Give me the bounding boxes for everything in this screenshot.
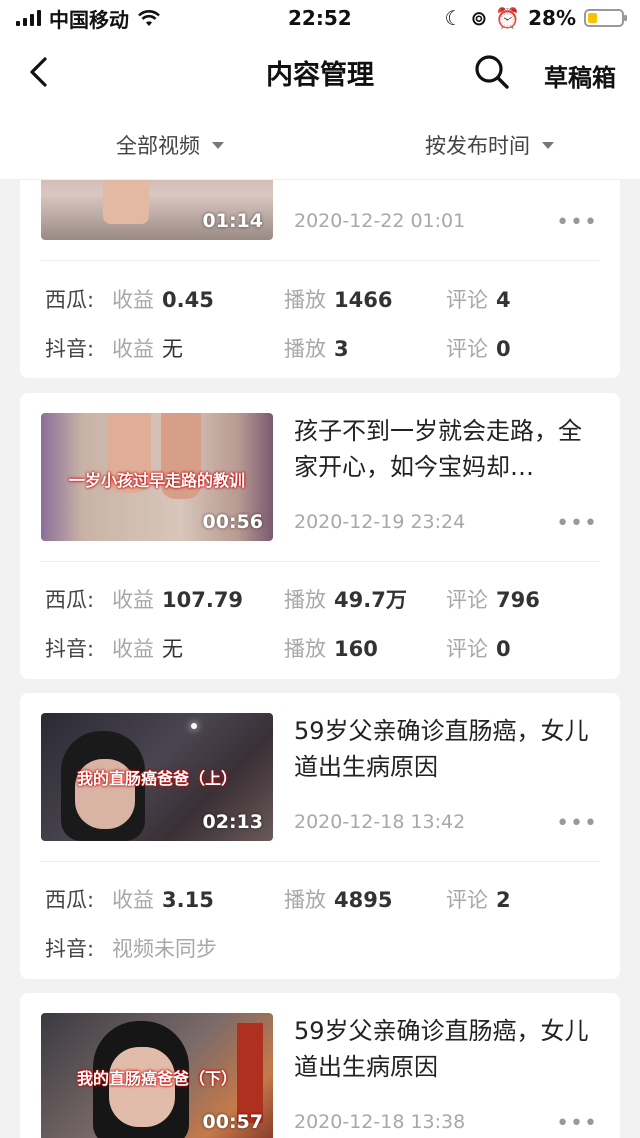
thumbnail-caption: 我的直肠癌爸爸（上） [76,769,237,788]
xigua-stats-row: 西瓜: 收益 3.15 播放 4895 评论 2 [20,884,620,914]
back-chevron-icon [30,57,47,87]
plays-value: 4895 [334,888,393,912]
drafts-button[interactable]: 草稿箱 [544,58,616,93]
video-title[interactable]: 59岁父亲确诊直肠癌，女儿道出生病原因 [294,1013,594,1085]
douyin-stats-row: 抖音: 收益无 播放 160 评论 0 [20,633,620,663]
revenue-label: 收益 [112,337,154,361]
platform-label: 西瓜: [45,288,95,312]
comments-value: 796 [496,588,540,612]
revenue-value: 107.79 [162,588,244,612]
plays-label: 播放 [284,888,326,912]
carrier-label: 中国移动 [49,7,129,32]
video-card[interactable]: 我的直肠癌爸爸（下） 00:57 59岁父亲确诊直肠癌，女儿道出生病原因 202… [20,993,620,1138]
clock: 22:52 [288,6,352,30]
video-thumbnail[interactable]: 我的直肠癌爸爸（下） 00:57 [41,1013,273,1138]
douyin-stats-row: 抖音: 视频未同步 [20,933,620,963]
video-card[interactable]: 我的直肠癌爸爸（上） 02:13 59岁父亲确诊直肠癌，女儿道出生病原因 202… [20,693,620,979]
navigation-header: 内容管理 草稿箱 [0,36,640,108]
video-duration: 00:57 [202,1111,263,1133]
douyin-stats-row: 抖音: 收益无 播放 3 评论 0 [20,333,620,363]
revenue-label: 收益 [112,288,154,312]
sort-filter-label: 按发布时间 [425,134,530,158]
revenue-value: 0.45 [162,288,214,312]
more-options-icon[interactable]: ••• [556,511,598,536]
video-card[interactable]: 01:14 2020-12-22 01:01 ••• 西瓜: 收益 0.45 播放… [20,180,620,378]
plays-label: 播放 [284,637,326,661]
divider [41,561,599,562]
plays-value: 1466 [334,288,393,312]
xigua-stats-row: 西瓜: 收益 107.79 播放 49.7万 评论 796 [20,584,620,614]
filter-bar: 全部视频 按发布时间 [0,108,640,180]
wifi-icon [138,10,160,26]
platform-label: 抖音: [45,337,95,361]
revenue-label: 收益 [112,888,154,912]
divider [41,861,599,862]
comments-label: 评论 [446,288,488,312]
revenue-value: 3.15 [162,888,214,912]
comments-label: 评论 [446,588,488,612]
rotation-lock-icon: ⊚ [470,6,488,30]
sync-status: 视频未同步 [112,937,217,961]
thumbnail-caption: 我的直肠癌爸爸（下） [76,1069,237,1088]
search-icon [475,55,509,89]
search-button[interactable] [472,52,512,92]
video-type-filter-label: 全部视频 [116,134,200,158]
comments-label: 评论 [446,637,488,661]
plays-label: 播放 [284,337,326,361]
video-date: 2020-12-22 01:01 [294,210,466,232]
platform-label: 抖音: [45,637,95,661]
platform-label: 西瓜: [45,588,95,612]
battery-percent: 28% [528,6,576,30]
more-options-icon[interactable]: ••• [556,811,598,836]
video-duration: 00:56 [202,511,263,533]
caret-down-icon [212,141,224,149]
content-list[interactable]: 01:14 2020-12-22 01:01 ••• 西瓜: 收益 0.45 播放… [0,180,640,1138]
video-duration: 02:13 [202,811,263,833]
moon-icon: ☾ [444,6,463,30]
alarm-icon: ⏰ [495,6,521,30]
plays-label: 播放 [284,588,326,612]
video-card[interactable]: 一岁小孩过早走路的教训 00:56 孩子不到一岁就会走路，全家开心，如今宝妈却…… [20,393,620,679]
battery-icon [584,9,627,27]
more-options-icon[interactable]: ••• [556,210,598,235]
video-title[interactable]: 59岁父亲确诊直肠癌，女儿道出生病原因 [294,713,594,785]
comments-value: 4 [496,288,511,312]
comments-label: 评论 [446,337,488,361]
video-date: 2020-12-18 13:42 [294,811,466,833]
video-date: 2020-12-19 23:24 [294,511,466,533]
plays-label: 播放 [284,288,326,312]
revenue-label: 收益 [112,637,154,661]
platform-label: 抖音: [45,937,95,961]
plays-value: 49.7万 [334,588,407,612]
divider [41,260,599,261]
video-thumbnail[interactable]: 一岁小孩过早走路的教训 00:56 [41,413,273,541]
thumbnail-caption: 一岁小孩过早走路的教训 [68,471,245,490]
plays-value: 3 [334,337,349,361]
video-thumbnail[interactable]: 01:14 [41,180,273,240]
comments-label: 评论 [446,888,488,912]
comments-value: 2 [496,888,511,912]
more-options-icon[interactable]: ••• [556,1111,598,1136]
video-thumbnail[interactable]: 我的直肠癌爸爸（上） 02:13 [41,713,273,841]
status-bar: 中国移动 22:52 ☾ ⊚ ⏰ 28% [0,0,640,36]
comments-value: 0 [496,637,511,661]
signal-icon [16,10,41,26]
sort-filter[interactable]: 按发布时间 [425,130,554,160]
comments-value: 0 [496,337,511,361]
revenue-label: 收益 [112,588,154,612]
platform-label: 西瓜: [45,888,95,912]
video-date: 2020-12-18 13:38 [294,1111,466,1133]
xigua-stats-row: 西瓜: 收益 0.45 播放 1466 评论 4 [20,284,620,314]
video-title[interactable]: 孩子不到一岁就会走路，全家开心，如今宝妈却… [294,413,594,485]
video-type-filter[interactable]: 全部视频 [116,130,224,160]
revenue-value: 无 [162,337,183,361]
plays-value: 160 [334,637,378,661]
caret-down-icon [542,141,554,149]
video-duration: 01:14 [202,210,263,232]
back-button[interactable] [22,54,54,90]
revenue-value: 无 [162,637,183,661]
